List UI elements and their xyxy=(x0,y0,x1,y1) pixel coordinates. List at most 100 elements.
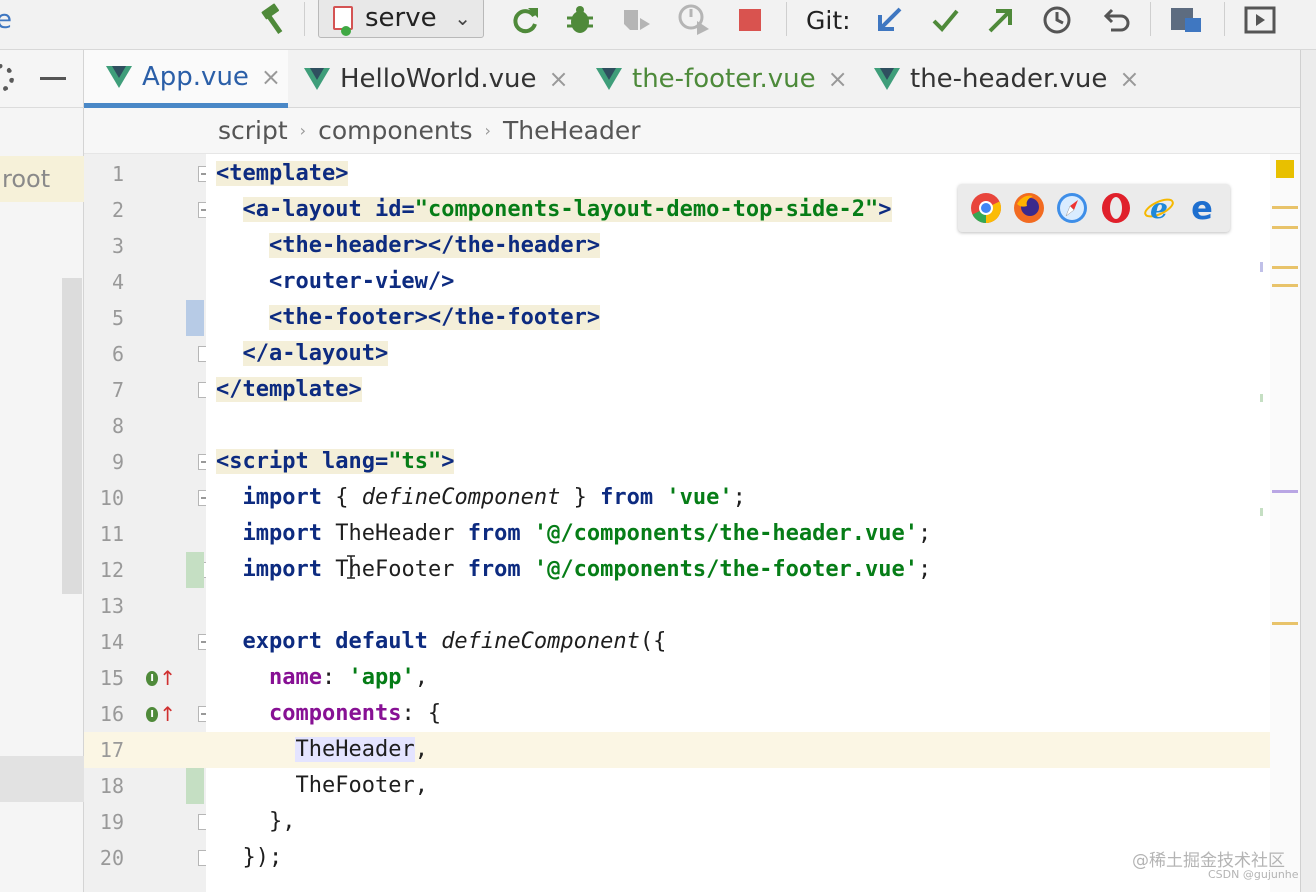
profile-icon[interactable] xyxy=(674,0,714,40)
build-hammer-icon[interactable] xyxy=(254,0,292,40)
code-token: TheHeader xyxy=(321,521,468,546)
git-history-icon[interactable] xyxy=(1038,0,1076,40)
vue-file-icon xyxy=(874,68,900,90)
warning-marker[interactable] xyxy=(1272,284,1298,287)
breadcrumb-item[interactable]: components xyxy=(318,116,472,145)
warning-marker[interactable] xyxy=(1272,226,1298,229)
info-marker[interactable] xyxy=(1272,490,1298,493)
code-line-20: }); xyxy=(216,840,283,876)
line-number: 6 xyxy=(111,342,124,366)
git-update-icon[interactable] xyxy=(870,0,908,40)
git-commit-icon[interactable] xyxy=(926,0,964,40)
run-config-selector[interactable]: serve ⌄ xyxy=(318,0,484,38)
line-number: 8 xyxy=(111,414,124,438)
error-stripe[interactable] xyxy=(1260,154,1300,892)
internet-explorer-icon[interactable]: e xyxy=(1143,192,1175,224)
tab-the-header-vue[interactable]: the-header.vue × xyxy=(874,50,1144,108)
vue-file-icon xyxy=(106,65,132,88)
stop-icon[interactable] xyxy=(734,0,766,40)
code-line-2: <a-layout id="components-layout-demo-top… xyxy=(216,192,892,228)
svg-text:e: e xyxy=(1150,192,1168,224)
chevron-right-icon: › xyxy=(299,121,307,140)
tab-the-footer-vue[interactable]: the-footer.vue × xyxy=(596,50,852,108)
scroll-marker xyxy=(1260,262,1263,272)
coverage-icon[interactable] xyxy=(618,0,654,40)
tab-label: HelloWorld.vue xyxy=(340,64,537,94)
run-anything-icon[interactable] xyxy=(1240,0,1280,40)
debug-bug-icon[interactable] xyxy=(562,0,598,40)
warning-marker[interactable] xyxy=(1272,206,1298,209)
gear-icon[interactable] xyxy=(0,64,14,92)
text-cursor-icon xyxy=(347,555,355,579)
code-token: export default xyxy=(242,629,428,654)
code-token: <the-footer></the-footer> xyxy=(268,305,601,330)
line-number: 12 xyxy=(99,558,124,582)
scroll-marker xyxy=(1260,394,1263,402)
minimize-icon[interactable] xyxy=(40,77,66,80)
implements-icon[interactable]: I ↑ xyxy=(146,660,176,696)
vcs-added-marker[interactable] xyxy=(186,552,204,588)
code-token: > xyxy=(878,197,892,222)
code-token: TheFooter xyxy=(321,557,468,582)
scroll-marker xyxy=(1260,508,1263,516)
close-icon[interactable]: × xyxy=(261,63,281,91)
code-token: <template> xyxy=(216,161,349,186)
line-number: 14 xyxy=(99,630,124,654)
breadcrumb-item[interactable]: TheHeader xyxy=(503,116,641,145)
tab-label: App.vue xyxy=(142,61,249,92)
code-token: id= xyxy=(374,197,415,222)
code-token: import xyxy=(242,485,322,510)
toolbar-separator xyxy=(304,2,305,36)
code-token: TheFooter, xyxy=(295,773,428,798)
tab-helloworld-vue[interactable]: HelloWorld.vue × xyxy=(304,50,574,108)
project-tree-selected-row[interactable] xyxy=(0,756,84,802)
code-token: "ts" xyxy=(388,449,442,474)
warning-marker[interactable] xyxy=(1272,622,1298,625)
git-push-icon[interactable] xyxy=(982,0,1020,40)
close-icon[interactable]: × xyxy=(828,65,848,93)
firefox-icon[interactable] xyxy=(1013,192,1045,224)
project-panel-header xyxy=(0,50,84,108)
edge-icon[interactable]: e xyxy=(1186,192,1218,224)
tab-label: the-footer.vue xyxy=(632,64,816,94)
implements-icon[interactable]: I ↑ xyxy=(146,696,176,732)
line-number: 4 xyxy=(111,270,124,294)
code-token: } xyxy=(560,485,601,510)
code-line-16: components: { xyxy=(216,696,441,732)
code-token: > xyxy=(441,449,455,474)
safari-icon[interactable] xyxy=(1056,192,1088,224)
opera-icon[interactable] xyxy=(1100,192,1132,224)
close-icon[interactable]: × xyxy=(549,65,569,93)
code-token: </template> xyxy=(216,377,362,402)
toolbar-separator xyxy=(1150,2,1151,36)
close-icon[interactable]: × xyxy=(1119,65,1139,93)
chrome-icon[interactable] xyxy=(970,192,1002,224)
code-token: <script xyxy=(216,449,322,474)
code-line-15: name: 'app', xyxy=(216,660,428,696)
tab-app-vue[interactable]: App.vue × xyxy=(84,50,288,108)
code-editor[interactable]: <template> <a-layout id="components-layo… xyxy=(206,154,1270,892)
code-line-4: <router-view/> xyxy=(216,264,454,300)
code-token: , xyxy=(414,737,428,762)
project-tree-root[interactable]: root xyxy=(0,156,84,202)
code-token: : xyxy=(321,665,349,690)
inspection-status-icon[interactable] xyxy=(1276,160,1294,178)
project-structure-icon[interactable] xyxy=(1166,0,1206,40)
editor-gutter: 1 2 3 4 5 6 7 8 9 10 11 12 13 14 15 16 1… xyxy=(84,154,212,892)
rerun-icon[interactable] xyxy=(508,0,544,40)
code-line-18: TheFooter, xyxy=(216,768,428,804)
git-rollback-icon[interactable] xyxy=(1096,0,1134,40)
line-number: 5 xyxy=(111,306,124,330)
right-tool-strip xyxy=(1300,50,1316,892)
tab-label: the-header.vue xyxy=(910,64,1108,94)
line-number: 18 xyxy=(99,774,124,798)
line-number: 19 xyxy=(99,810,124,834)
breadcrumb-item[interactable]: script xyxy=(218,116,288,145)
project-panel-scrollbar[interactable] xyxy=(62,278,82,594)
run-config-label: serve xyxy=(365,3,437,33)
vcs-modified-marker[interactable] xyxy=(186,300,204,336)
code-token: ; xyxy=(732,485,746,510)
vcs-added-marker[interactable] xyxy=(186,768,204,804)
warning-marker[interactable] xyxy=(1272,266,1298,269)
code-token: defineComponent xyxy=(441,629,640,654)
